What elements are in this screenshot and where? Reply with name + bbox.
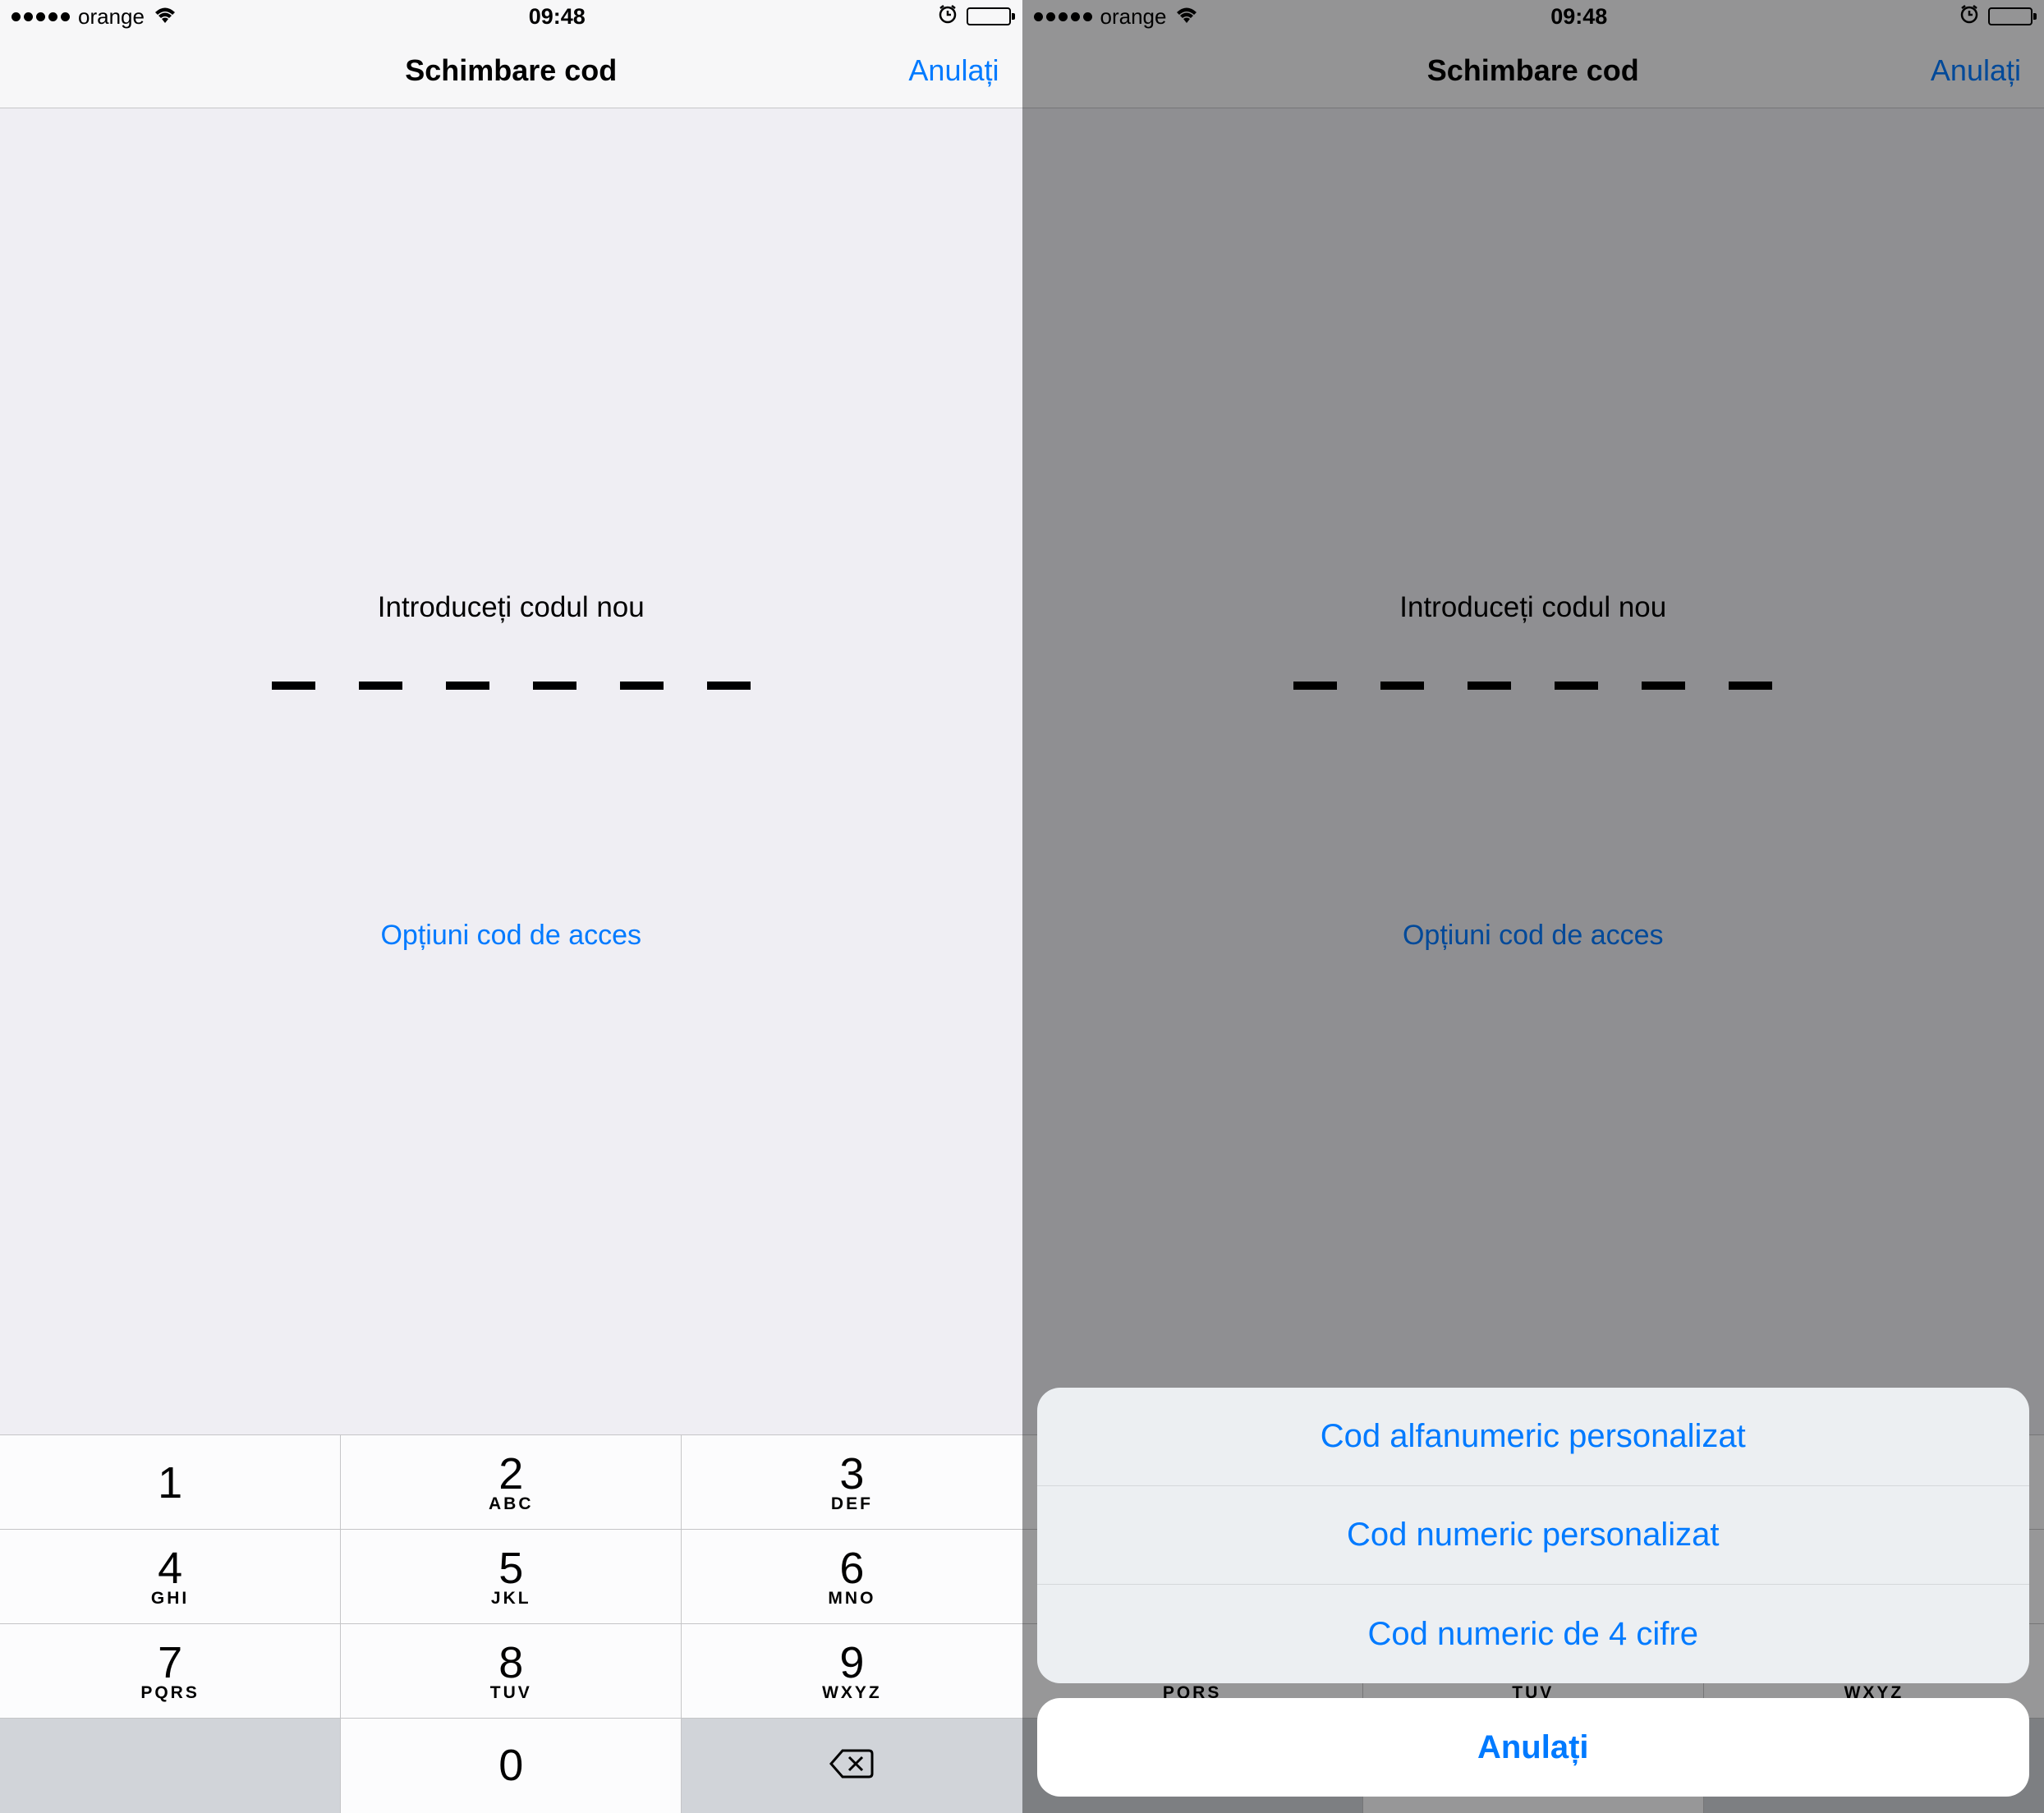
nav-bar: Schimbare cod Anulați — [0, 33, 1022, 108]
action-sheet-cancel[interactable]: Anulați — [1037, 1698, 2030, 1797]
cancel-button[interactable]: Anulați — [908, 53, 999, 88]
keypad-7[interactable]: 7PQRS — [0, 1624, 341, 1719]
signal-strength-icon — [11, 12, 70, 21]
passcode-body: Introduceți codul nou Opțiuni cod de acc… — [0, 108, 1022, 1434]
keypad-6[interactable]: 6MNO — [682, 1530, 1022, 1624]
clock-label: 09:48 — [529, 4, 586, 30]
passcode-prompt: Introduceți codul nou — [378, 591, 645, 624]
action-sheet-options: Cod alfanumeric personalizat Cod numeric… — [1037, 1388, 2030, 1683]
screen-passcode-entry: orange 09:48 Schimbare cod Anulați Intro… — [0, 0, 1022, 1813]
numeric-keypad: 1 2ABC 3DEF 4GHI 5JKL 6MNO 7PQRS 8TUV 9W… — [0, 1434, 1022, 1813]
alarm-icon — [937, 3, 958, 30]
keypad-9[interactable]: 9WXYZ — [682, 1624, 1022, 1719]
keypad-1[interactable]: 1 — [0, 1435, 341, 1530]
option-custom-numeric[interactable]: Cod numeric personalizat — [1037, 1486, 2030, 1585]
keypad-5[interactable]: 5JKL — [341, 1530, 682, 1624]
page-title: Schimbare cod — [405, 53, 617, 88]
screen-passcode-options-sheet: orange 09:48 Schimbare cod Anulați Intro… — [1022, 0, 2044, 1813]
backspace-icon — [828, 1747, 875, 1784]
keypad-backspace[interactable] — [682, 1719, 1022, 1813]
wifi-icon — [153, 4, 177, 30]
option-4-digit[interactable]: Cod numeric de 4 cifre — [1037, 1585, 2030, 1683]
keypad-8[interactable]: 8TUV — [341, 1624, 682, 1719]
keypad-2[interactable]: 2ABC — [341, 1435, 682, 1530]
passcode-options-link[interactable]: Opțiuni cod de acces — [380, 920, 641, 952]
option-alphanumeric[interactable]: Cod alfanumeric personalizat — [1037, 1388, 2030, 1486]
battery-icon — [967, 7, 1011, 25]
keypad-empty — [0, 1719, 341, 1813]
keypad-4[interactable]: 4GHI — [0, 1530, 341, 1624]
status-bar: orange 09:48 — [0, 0, 1022, 33]
passcode-dashes — [272, 682, 751, 690]
carrier-label: orange — [78, 4, 145, 30]
keypad-3[interactable]: 3DEF — [682, 1435, 1022, 1530]
keypad-0[interactable]: 0 — [341, 1719, 682, 1813]
action-sheet: Cod alfanumeric personalizat Cod numeric… — [1037, 1388, 2030, 1797]
